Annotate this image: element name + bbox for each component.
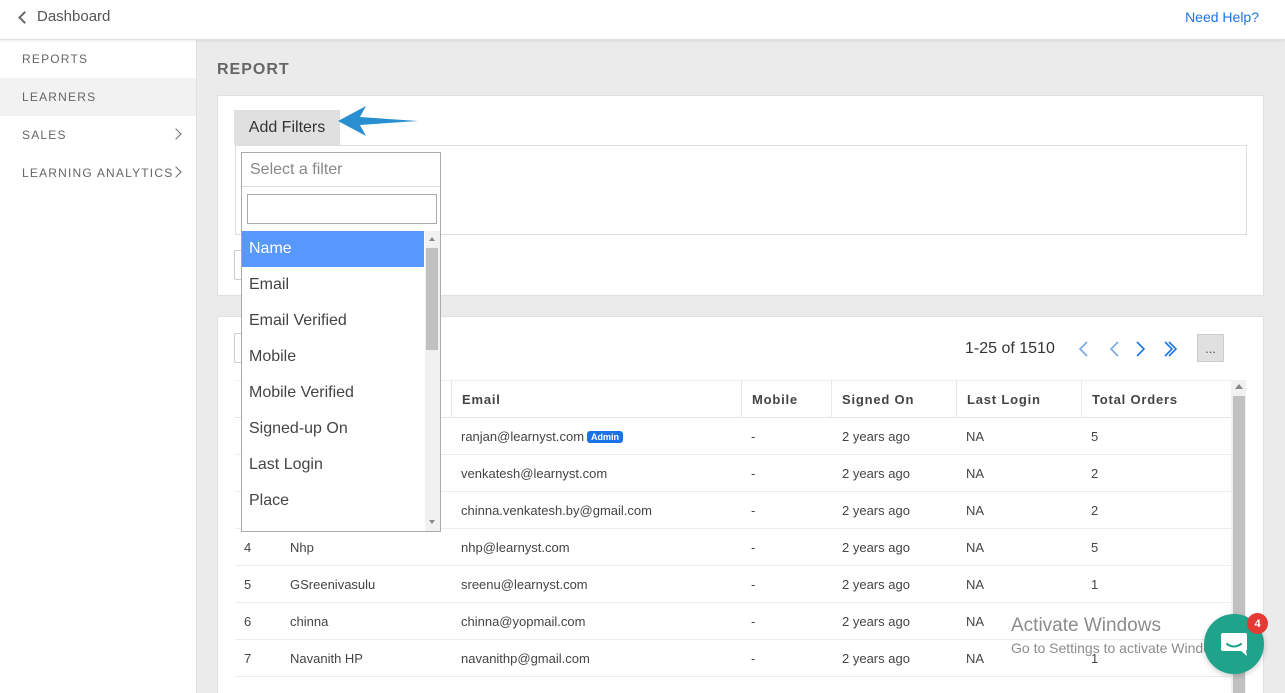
row-mobile: - [751, 466, 756, 481]
row-email: nhp@learnyst.com [461, 540, 570, 555]
add-filters-button[interactable]: Add Filters [234, 110, 340, 145]
first-page-icon[interactable] [1074, 339, 1094, 359]
row-last-login: NA [966, 651, 985, 666]
row-name: Navanith HP [290, 651, 363, 666]
need-help-link[interactable]: Need Help? [1185, 9, 1259, 25]
row-mobile: - [751, 614, 756, 629]
sidebar-item-label: LEARNING ANALYTICS [22, 166, 174, 180]
sidebar-item-reports[interactable]: REPORTS [0, 40, 196, 78]
row-name: Nhp [290, 540, 314, 555]
filter-search-input[interactable] [247, 194, 437, 224]
row-name: GSreenivasulu [290, 577, 376, 592]
row-last-login: NA [966, 466, 985, 481]
row-signed-on: 2 years ago [842, 429, 910, 444]
row-total-orders: 5 [1091, 429, 1099, 444]
row-mobile: - [751, 577, 756, 592]
dropdown-scrollbar-thumb[interactable] [426, 248, 438, 350]
back-label: Dashboard [37, 8, 111, 25]
admin-badge: Admin [587, 430, 624, 443]
row-last-login: NA [966, 503, 985, 518]
page-title: REPORT [217, 61, 290, 78]
row-signed-on: 2 years ago [842, 540, 910, 555]
scroll-up-arrow-icon[interactable] [429, 237, 435, 241]
pointer-arrow-icon [338, 106, 418, 136]
row-email: sreenu@learnyst.com [461, 577, 588, 592]
chevron-right-icon [170, 128, 182, 140]
prev-page-icon[interactable] [1105, 339, 1125, 359]
filter-option[interactable]: Last Login [242, 447, 424, 483]
column-header-email[interactable]: Email [451, 381, 741, 418]
column-header-last-login[interactable]: Last Login [956, 381, 1081, 418]
next-page-icon[interactable] [1130, 339, 1150, 359]
row-signed-on: 2 years ago [842, 614, 910, 629]
sidebar-item-learners[interactable]: LEARNERS [0, 78, 196, 116]
sidebar-item-sales[interactable]: SALES [0, 116, 196, 154]
table-row[interactable]: 6 chinna chinna@yopmail.com - 2 years ag… [235, 603, 1231, 640]
row-signed-on: 2 years ago [842, 503, 910, 518]
row-last-login: NA [966, 429, 985, 444]
row-number: 4 [244, 540, 252, 555]
row-signed-on: 2 years ago [842, 577, 910, 592]
row-last-login: NA [966, 577, 985, 592]
filter-option[interactable]: Name [242, 231, 424, 267]
row-total-orders: 2 [1091, 503, 1099, 518]
row-email: chinna.venkatesh.by@gmail.com [461, 503, 652, 518]
more-options-button[interactable]: ... [1197, 334, 1224, 362]
chat-bubble-icon [1221, 633, 1247, 656]
row-mobile: - [751, 651, 756, 666]
last-page-icon[interactable] [1160, 339, 1180, 359]
row-mobile: - [751, 540, 756, 555]
row-last-login: NA [966, 614, 985, 629]
row-email: navanithp@gmail.com [461, 651, 590, 666]
row-email: venkatesh@learnyst.com [461, 466, 608, 481]
filter-select[interactable]: Select a filter [242, 153, 440, 187]
row-total-orders: 2 [1091, 466, 1099, 481]
row-email: chinna@yopmail.com [461, 614, 586, 629]
top-bar: Dashboard Need Help? [0, 0, 1285, 40]
table-row[interactable]: 7 Navanith HP navanithp@gmail.com - 2 ye… [235, 640, 1231, 677]
filter-options-list: Name Email Email Verified Mobile Mobile Veri… [242, 231, 424, 531]
row-name: chinna [290, 614, 329, 629]
row-number: 6 [244, 614, 252, 629]
row-total-orders: 1 [1091, 651, 1099, 666]
filter-option[interactable]: Place [242, 483, 424, 519]
pagination-text: 1-25 of 1510 [965, 340, 1055, 357]
column-header-mobile[interactable]: Mobile [741, 381, 831, 418]
row-mobile: - [751, 429, 756, 444]
filter-option[interactable]: Mobile Verified [242, 375, 424, 411]
row-number: 7 [244, 651, 252, 666]
row-signed-on: 2 years ago [842, 466, 910, 481]
sidebar-item-label: SALES [22, 128, 67, 142]
filter-dropdown: Select a filter Name Email Email Verified M… [241, 152, 441, 532]
filter-option[interactable]: Mobile [242, 339, 424, 375]
column-header-signed-on[interactable]: Signed On [831, 381, 956, 418]
row-signed-on: 2 years ago [842, 651, 910, 666]
scroll-up-arrow-icon[interactable] [1235, 384, 1243, 389]
sidebar: REPORTS LEARNERS SALES LEARNING ANALYTIC… [0, 40, 197, 693]
filter-option[interactable]: Signed-up On [242, 411, 424, 447]
filter-option[interactable]: Email [242, 267, 424, 303]
row-total-orders: 5 [1091, 540, 1099, 555]
back-to-dashboard-link[interactable]: Dashboard [18, 8, 111, 25]
row-number: 5 [244, 577, 252, 592]
sidebar-item-label: REPORTS [22, 52, 89, 66]
chat-notification-badge: 4 [1247, 613, 1268, 634]
filter-option[interactable]: Email Verified [242, 303, 424, 339]
row-email: ranjan@learnyst.com Admin [461, 418, 624, 455]
table-row[interactable]: 5 GSreenivasulu sreenu@learnyst.com - 2 … [235, 566, 1231, 603]
sidebar-item-label: LEARNERS [22, 90, 97, 104]
row-last-login: NA [966, 540, 985, 555]
row-total-orders: 1 [1091, 577, 1099, 592]
table-row[interactable]: 4 Nhp nhp@learnyst.com - 2 years ago NA … [235, 529, 1231, 566]
chevron-left-icon [18, 10, 31, 24]
scroll-down-arrow-icon[interactable] [429, 520, 435, 524]
sidebar-item-learning-analytics[interactable]: LEARNING ANALYTICS [0, 154, 196, 192]
column-header-total-orders[interactable]: Total Orders [1081, 381, 1231, 418]
row-mobile: - [751, 503, 756, 518]
